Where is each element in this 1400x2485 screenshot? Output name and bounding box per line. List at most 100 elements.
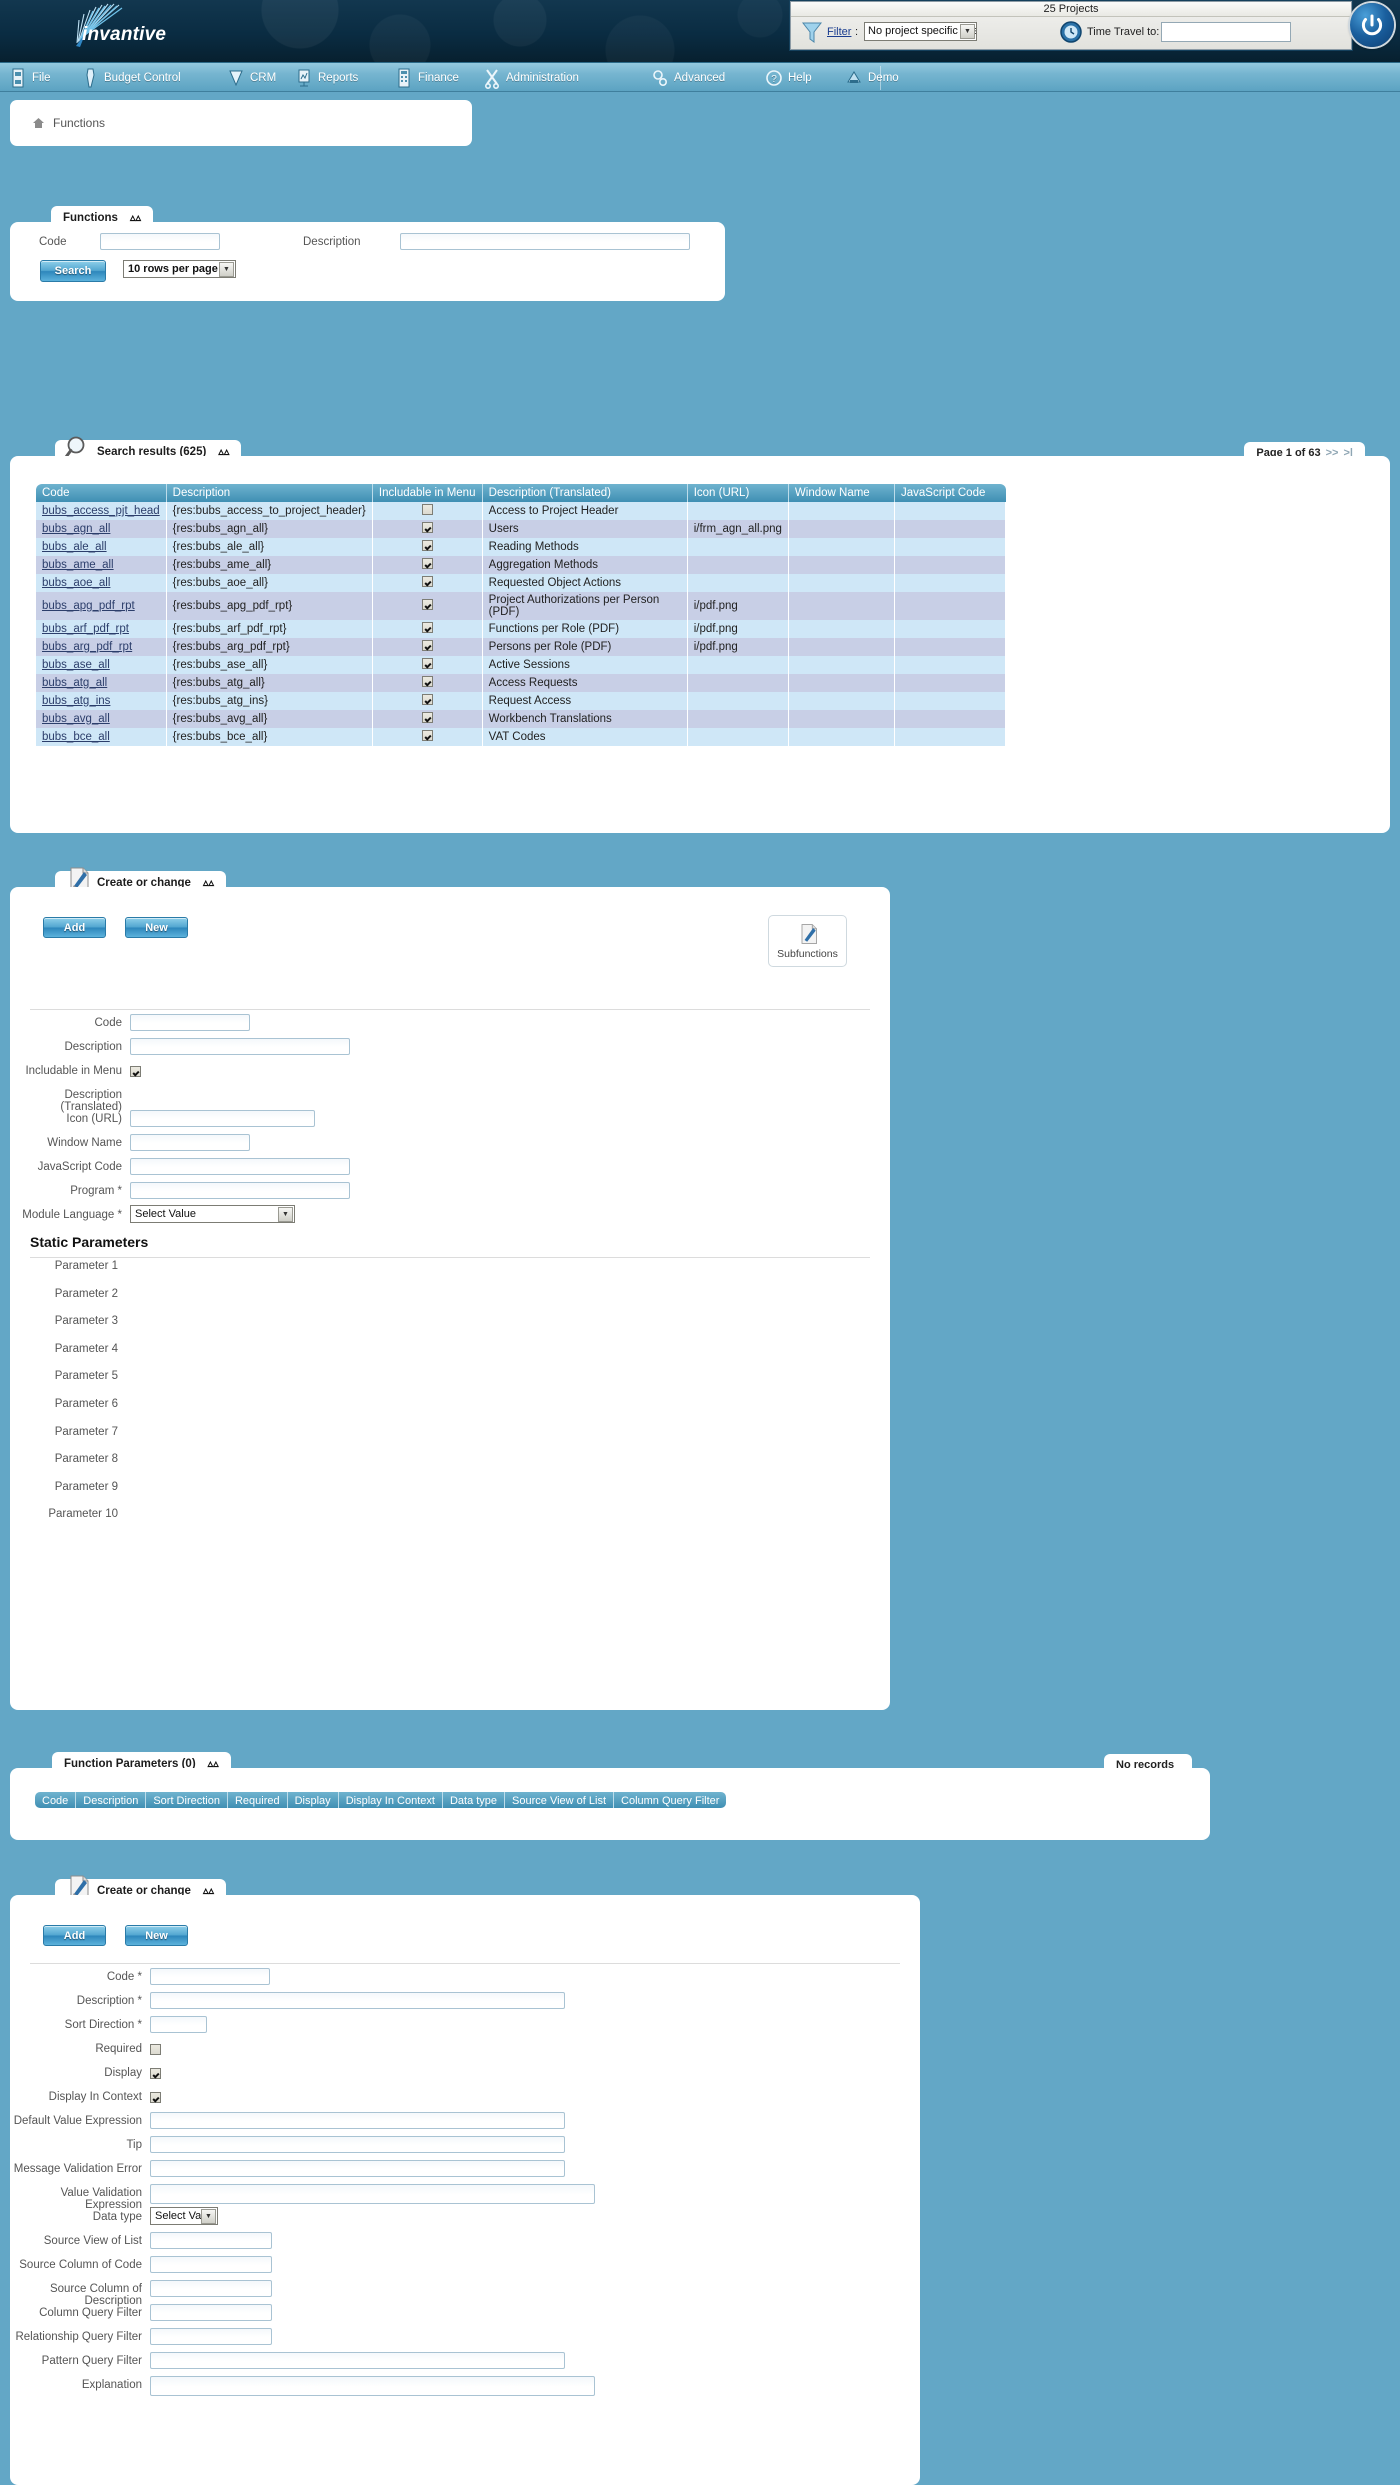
source-column-of-description-input[interactable]	[150, 2280, 272, 2297]
menu-item-help[interactable]: ? Help	[760, 63, 818, 93]
pattern-query-filter-input[interactable]	[150, 2352, 565, 2369]
table-row[interactable]: bubs_ale_all {res:bubs_ale_all} Reading Me…	[36, 538, 1007, 556]
row-code-link[interactable]: bubs_agn_all	[42, 523, 110, 535]
required-checkbox[interactable]	[150, 2044, 161, 2055]
row-code-link[interactable]: bubs_bce_all	[42, 731, 110, 743]
fp-col-description[interactable]: Description	[76, 1792, 147, 1808]
menu-item-advanced[interactable]: Advanced	[646, 63, 731, 93]
includable-checkbox[interactable]	[421, 576, 433, 587]
tip-input[interactable]	[150, 2136, 565, 2153]
project-filter-select[interactable]: No project specific filter ▼	[864, 22, 977, 41]
fp-col-sort-direction[interactable]: Sort Direction	[146, 1792, 228, 1808]
module-language-select[interactable]: Select Value ▼	[130, 1205, 295, 1223]
table-row[interactable]: bubs_arf_pdf_rpt {res:bubs_arf_pdf_rpt} Fu…	[36, 620, 1007, 638]
explanation-input[interactable]	[150, 2376, 595, 2396]
icon-url-input[interactable]	[130, 1110, 315, 1127]
description-input[interactable]	[130, 1038, 350, 1055]
menu-item-file[interactable]: File	[4, 63, 57, 93]
includable-checkbox[interactable]	[421, 599, 433, 610]
includable-checkbox[interactable]	[421, 712, 433, 723]
row-code-link[interactable]: bubs_aoe_all	[42, 577, 110, 589]
breadcrumb[interactable]: Functions	[10, 100, 472, 146]
fp-col-column-query-filter[interactable]: Column Query Filter	[614, 1792, 727, 1808]
row-code-link[interactable]: bubs_access_pjt_head	[42, 505, 160, 517]
time-travel-input[interactable]	[1161, 22, 1291, 42]
default-value-expression-input[interactable]	[150, 2112, 565, 2129]
new-button[interactable]: New	[125, 917, 188, 938]
includable-in-menu-checkbox[interactable]	[130, 1066, 141, 1077]
search-description-input[interactable]	[400, 233, 690, 250]
display-in-context-checkbox[interactable]	[150, 2092, 161, 2103]
table-row[interactable]: bubs_bce_all {res:bubs_bce_all} VAT Codes	[36, 728, 1007, 746]
chevron-down-icon[interactable]: ▼	[960, 24, 975, 39]
fp-col-data-type[interactable]: Data type	[442, 1792, 506, 1808]
code-input[interactable]	[130, 1014, 250, 1031]
chevron-down-icon[interactable]: ▼	[201, 2209, 216, 2224]
relationship-query-filter-input[interactable]	[150, 2328, 272, 2345]
add-button[interactable]: Add	[43, 917, 106, 938]
table-row[interactable]: bubs_avg_all {res:bubs_avg_all} Workbench …	[36, 710, 1007, 728]
table-row[interactable]: bubs_apg_pdf_rpt {res:bubs_apg_pdf_rpt} Pr…	[36, 592, 1007, 620]
javascript-code-input[interactable]	[130, 1158, 350, 1175]
menu-item-demo[interactable]: Demo	[840, 63, 905, 93]
col-window-name[interactable]: Window Name	[788, 484, 895, 502]
window-name-input[interactable]	[130, 1134, 250, 1151]
fp-col-display[interactable]: Display	[287, 1792, 339, 1808]
add-button[interactable]: Add	[43, 1925, 106, 1946]
includable-checkbox[interactable]	[421, 540, 433, 551]
data-type-select[interactable]: Select Value ▼	[150, 2207, 218, 2225]
source-column-of-code-input[interactable]	[150, 2256, 272, 2273]
includable-checkbox[interactable]	[421, 730, 433, 741]
col-description-translated[interactable]: Description (Translated)	[482, 484, 688, 502]
column-query-filter-input[interactable]	[150, 2304, 272, 2321]
description-input[interactable]	[150, 1992, 565, 2009]
includable-checkbox[interactable]	[421, 640, 433, 651]
filter-link[interactable]: Filter	[827, 26, 851, 38]
table-row[interactable]: bubs_atg_ins {res:bubs_atg_ins} Request Ac…	[36, 692, 1007, 710]
row-code-link[interactable]: bubs_atg_ins	[42, 695, 110, 707]
row-code-link[interactable]: bubs_ale_all	[42, 541, 107, 553]
table-row[interactable]: bubs_access_pjt_head {res:bubs_access_to_…	[36, 502, 1007, 520]
chevron-down-icon[interactable]: ▼	[219, 262, 234, 277]
menu-item-finance[interactable]: Finance	[390, 63, 465, 93]
includable-checkbox[interactable]	[421, 622, 433, 633]
fp-col-required[interactable]: Required	[227, 1792, 288, 1808]
table-row[interactable]: bubs_agn_all {res:bubs_agn_all} Users i/frm…	[36, 520, 1007, 538]
row-code-link[interactable]: bubs_arg_pdf_rpt	[42, 641, 132, 653]
search-code-input[interactable]	[100, 233, 220, 250]
fp-col-source-view-of-list[interactable]: Source View of List	[505, 1792, 615, 1808]
menu-item-crm[interactable]: CRM	[222, 63, 282, 93]
table-row[interactable]: bubs_aoe_all {res:bubs_aoe_all} Requested …	[36, 574, 1007, 592]
fp-col-code[interactable]: Code	[35, 1792, 77, 1808]
value-validation-expression-input[interactable]	[150, 2184, 595, 2204]
code-input[interactable]	[150, 1968, 270, 1985]
includable-checkbox[interactable]	[421, 676, 433, 687]
includable-checkbox[interactable]	[421, 522, 433, 533]
row-code-link[interactable]: bubs_ame_all	[42, 559, 114, 571]
col-includable-in-menu[interactable]: Includable in Menu	[372, 484, 483, 502]
includable-checkbox[interactable]	[421, 504, 433, 515]
row-code-link[interactable]: bubs_ase_all	[42, 659, 110, 671]
display-checkbox[interactable]	[150, 2068, 161, 2079]
includable-checkbox[interactable]	[421, 694, 433, 705]
chevron-down-icon[interactable]: ▼	[278, 1207, 293, 1222]
includable-checkbox[interactable]	[421, 658, 433, 669]
rows-per-page-select[interactable]: 10 rows per page ▼	[123, 260, 236, 278]
table-row[interactable]: bubs_ame_all {res:bubs_ame_all} Aggregatio…	[36, 556, 1007, 574]
menu-item-administration[interactable]: Administration	[478, 63, 585, 93]
row-code-link[interactable]: bubs_arf_pdf_rpt	[42, 623, 129, 635]
col-code[interactable]: Code	[36, 484, 167, 502]
program-input[interactable]	[130, 1182, 350, 1199]
row-code-link[interactable]: bubs_apg_pdf_rpt	[42, 600, 135, 612]
row-code-link[interactable]: bubs_atg_all	[42, 677, 107, 689]
menu-item-reports[interactable]: Reports	[290, 63, 364, 93]
sort-direction-input[interactable]	[150, 2016, 207, 2033]
menu-item-budget-control[interactable]: Budget Control	[76, 63, 187, 93]
subfunctions-button[interactable]: Subfunctions	[768, 915, 847, 967]
new-button[interactable]: New	[125, 1925, 188, 1946]
table-row[interactable]: bubs_atg_all {res:bubs_atg_all} Access Req…	[36, 674, 1007, 692]
row-code-link[interactable]: bubs_avg_all	[42, 713, 110, 725]
table-row[interactable]: bubs_ase_all {res:bubs_ase_all} Active Ses…	[36, 656, 1007, 674]
col-javascript-code[interactable]: JavaScript Code	[894, 484, 1006, 502]
logout-button[interactable]	[1350, 3, 1394, 47]
